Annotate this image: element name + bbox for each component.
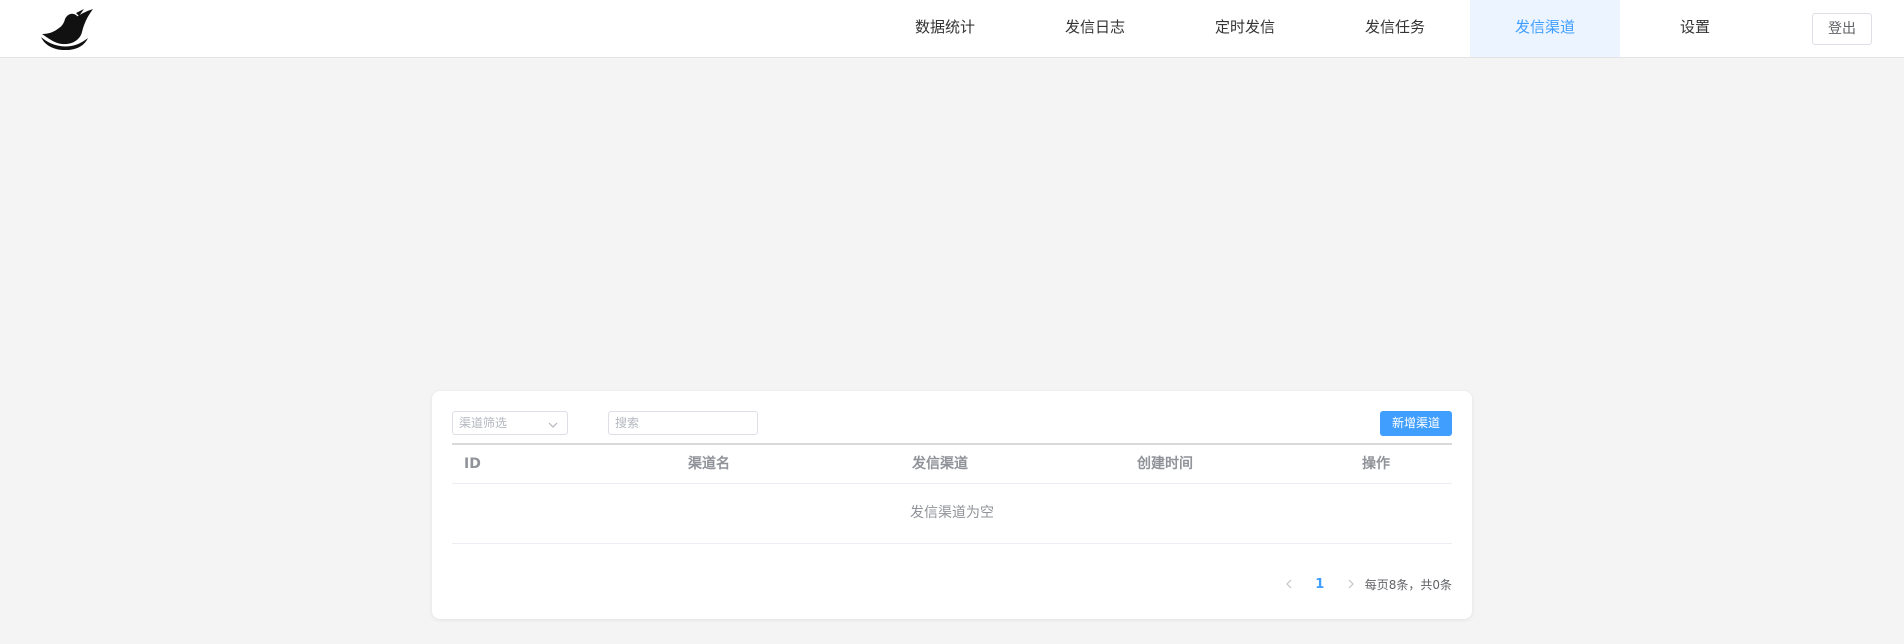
nav-item-statistics[interactable]: 数据统计 bbox=[870, 0, 1020, 57]
main-nav: 数据统计 发信日志 定时发信 发信任务 发信渠道 设置 bbox=[870, 0, 1770, 57]
column-header-actions: 操作 bbox=[1362, 456, 1390, 472]
chevron-right-icon[interactable] bbox=[1345, 578, 1357, 590]
nav-item-send-log[interactable]: 发信日志 bbox=[1020, 0, 1170, 57]
dove-logo-icon[interactable] bbox=[38, 8, 96, 51]
search-input[interactable] bbox=[608, 411, 758, 435]
channel-filter-select[interactable]: 渠道筛选 bbox=[452, 411, 568, 435]
nav-item-settings[interactable]: 设置 bbox=[1620, 0, 1770, 57]
top-header: 数据统计 发信日志 定时发信 发信任务 发信渠道 设置 登出 bbox=[0, 0, 1904, 58]
logout-button[interactable]: 登出 bbox=[1812, 13, 1872, 45]
page-number-current[interactable]: 1 bbox=[1305, 577, 1335, 592]
pagination-summary: 每页8条，共0条 bbox=[1364, 577, 1452, 592]
column-header-send-channel: 发信渠道 bbox=[912, 456, 968, 472]
column-header-channel-name: 渠道名 bbox=[688, 456, 730, 472]
channel-list-card: 渠道筛选 新增渠道 ID 渠道名 发信渠道 创建时间 操作 发信渠道为空 1 每… bbox=[432, 391, 1472, 619]
channel-filter-placeholder: 渠道筛选 bbox=[459, 416, 508, 430]
add-channel-button[interactable]: 新增渠道 bbox=[1380, 411, 1452, 436]
column-header-id: ID bbox=[464, 456, 481, 472]
column-header-created-time: 创建时间 bbox=[1137, 456, 1193, 472]
chevron-left-icon[interactable] bbox=[1283, 578, 1295, 590]
pagination: 1 每页8条，共0条 bbox=[1283, 574, 1452, 594]
nav-item-scheduled-send[interactable]: 定时发信 bbox=[1170, 0, 1320, 57]
nav-item-send-tasks[interactable]: 发信任务 bbox=[1320, 0, 1470, 57]
table-empty-text: 发信渠道为空 bbox=[452, 484, 1452, 544]
chevron-down-icon bbox=[547, 416, 559, 428]
nav-item-send-channels[interactable]: 发信渠道 bbox=[1470, 0, 1620, 57]
toolbar: 渠道筛选 新增渠道 bbox=[452, 411, 1452, 436]
table-header: ID 渠道名 发信渠道 创建时间 操作 bbox=[452, 445, 1452, 484]
